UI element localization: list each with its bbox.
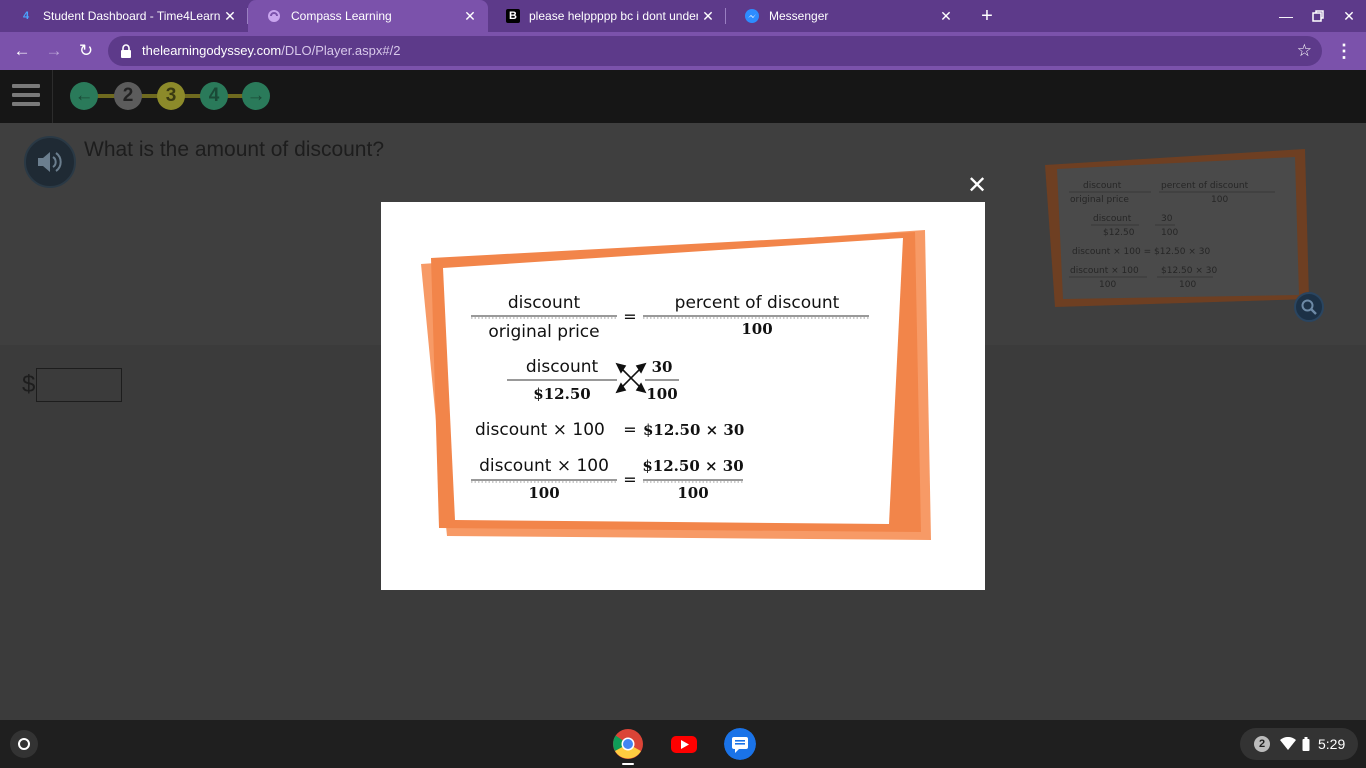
line2-denominator-right: 100 <box>646 385 677 403</box>
compass-learning-favicon-icon <box>266 8 282 24</box>
bookmark-star-icon[interactable]: ☆ <box>1297 41 1312 61</box>
tab-compass-learning[interactable]: Compass Learning ✕ <box>248 0 488 32</box>
minimize-window-icon[interactable]: — <box>1274 4 1298 28</box>
question-text: What is the amount of discount? <box>84 138 384 161</box>
line2-denominator-left: $12.50 <box>533 385 590 403</box>
line2-numerator-left: discount <box>526 357 599 377</box>
brainly-favicon-icon: B <box>506 9 520 23</box>
svg-text:discount: discount <box>1093 214 1132 224</box>
line1-equals: = <box>623 307 636 326</box>
answer-input[interactable] <box>36 368 123 402</box>
wifi-icon <box>1280 737 1296 750</box>
svg-text:100: 100 <box>1211 195 1228 205</box>
notification-count-badge: 2 <box>1254 736 1270 752</box>
card-paper <box>443 238 903 524</box>
svg-text:discount × 100 = $12.50 × 30: discount × 100 = $12.50 × 30 <box>1072 247 1210 257</box>
line1-denominator-right: 100 <box>741 320 772 338</box>
messenger-favicon-icon <box>744 8 760 24</box>
messages-icon[interactable] <box>724 728 756 760</box>
launcher-circle-icon <box>18 738 30 750</box>
magnifier-icon <box>1301 299 1317 315</box>
step-4[interactable]: 4 <box>200 82 228 110</box>
tab-title: please helppppp bc i dont understand <box>529 9 698 23</box>
svg-text:100: 100 <box>1179 280 1196 290</box>
svg-text:$12.50: $12.50 <box>1103 228 1135 238</box>
svg-text:percent of discount: percent of discount <box>1161 181 1249 191</box>
worked-example-modal: discount original price = percent of dis… <box>381 202 985 590</box>
battery-icon <box>1302 737 1310 751</box>
prev-step-arrow-icon[interactable]: ← <box>70 82 98 110</box>
url-text: thelearningodyssey.com/DLO/Player.aspx#/… <box>142 43 401 58</box>
answer-row: $ <box>22 367 123 403</box>
svg-text:100: 100 <box>1099 280 1116 290</box>
audio-speaker-button[interactable] <box>24 136 76 188</box>
svg-text:30: 30 <box>1161 214 1173 224</box>
svg-text:original price: original price <box>1070 195 1129 205</box>
browser-menu-icon[interactable]: ⋮ <box>1332 39 1356 63</box>
dollar-prefix: $ <box>22 371 36 398</box>
reload-icon[interactable]: ↻ <box>74 39 98 63</box>
forward-arrow-icon[interactable]: → <box>42 39 66 63</box>
next-step-arrow-icon[interactable]: → <box>242 82 270 110</box>
hamburger-menu-icon[interactable] <box>12 84 40 106</box>
back-arrow-icon[interactable]: ← <box>10 39 34 63</box>
lock-icon <box>121 44 131 58</box>
restore-window-icon[interactable] <box>1306 4 1330 28</box>
active-app-indicator <box>622 763 634 765</box>
line4-equals: = <box>623 470 636 489</box>
step-2[interactable]: 2 <box>114 82 142 110</box>
line3-right: $12.50 × 30 <box>643 421 744 439</box>
chrome-icon[interactable] <box>612 728 644 760</box>
svg-text:100: 100 <box>1161 228 1178 238</box>
line2-numerator-right: 30 <box>652 358 673 376</box>
close-tab-icon[interactable]: ✕ <box>220 6 240 26</box>
os-shelf: 2 5:29 <box>0 720 1366 768</box>
tab-title: Student Dashboard - Time4Learning <box>43 9 220 23</box>
line4-denominator-left: 100 <box>528 484 559 502</box>
thumb-line1: discount <box>1083 181 1122 191</box>
worked-example-card: discount original price = percent of dis… <box>421 230 931 540</box>
speaker-icon <box>38 152 62 172</box>
tab-strip: 4 Student Dashboard - Time4Learning ✕ Co… <box>0 0 1366 32</box>
close-tab-icon[interactable]: ✕ <box>936 6 956 26</box>
worked-example-thumbnail[interactable]: discount original price percent of disco… <box>1043 147 1311 309</box>
status-tray[interactable]: 2 5:29 <box>1240 728 1358 760</box>
line3-equals: = <box>623 420 636 439</box>
tab-brainly-question[interactable]: B please helppppp bc i dont understand ✕ <box>488 0 726 32</box>
zoom-button[interactable] <box>1294 292 1324 322</box>
line4-numerator-left: discount × 100 <box>479 456 609 476</box>
new-tab-button[interactable]: + <box>975 4 999 28</box>
close-tab-icon[interactable]: ✕ <box>460 6 480 26</box>
line4-numerator-right: $12.50 × 30 <box>642 457 743 475</box>
line4-denominator-right: 100 <box>677 484 708 502</box>
clock-time: 5:29 <box>1318 736 1346 752</box>
browser-toolbar: ← → ↻ thelearningodyssey.com/DLO/Player.… <box>0 32 1366 70</box>
line1-numerator-left: discount <box>508 293 581 313</box>
youtube-icon[interactable] <box>668 728 700 760</box>
tab-title: Messenger <box>769 9 829 23</box>
close-modal-icon[interactable]: ✕ <box>964 172 990 199</box>
line1-denominator-left: original price <box>488 322 599 342</box>
close-tab-icon[interactable]: ✕ <box>698 6 718 26</box>
svg-text:discount × 100: discount × 100 <box>1070 266 1139 276</box>
tab-messenger[interactable]: Messenger ✕ <box>726 0 964 32</box>
line1-numerator-right: percent of discount <box>675 293 840 313</box>
tab-title: Compass Learning <box>291 9 392 23</box>
line3-left: discount × 100 <box>475 420 605 440</box>
tab-student-dashboard[interactable]: 4 Student Dashboard - Time4Learning ✕ <box>0 0 248 32</box>
step-3-current[interactable]: 3 <box>157 82 185 110</box>
launcher-button[interactable] <box>10 730 38 758</box>
address-bar[interactable]: thelearningodyssey.com/DLO/Player.aspx#/… <box>108 36 1322 66</box>
svg-text:$12.50 × 30: $12.50 × 30 <box>1161 266 1217 276</box>
close-window-icon[interactable]: ✕ <box>1337 4 1361 28</box>
time4learning-favicon-icon: 4 <box>22 10 30 22</box>
